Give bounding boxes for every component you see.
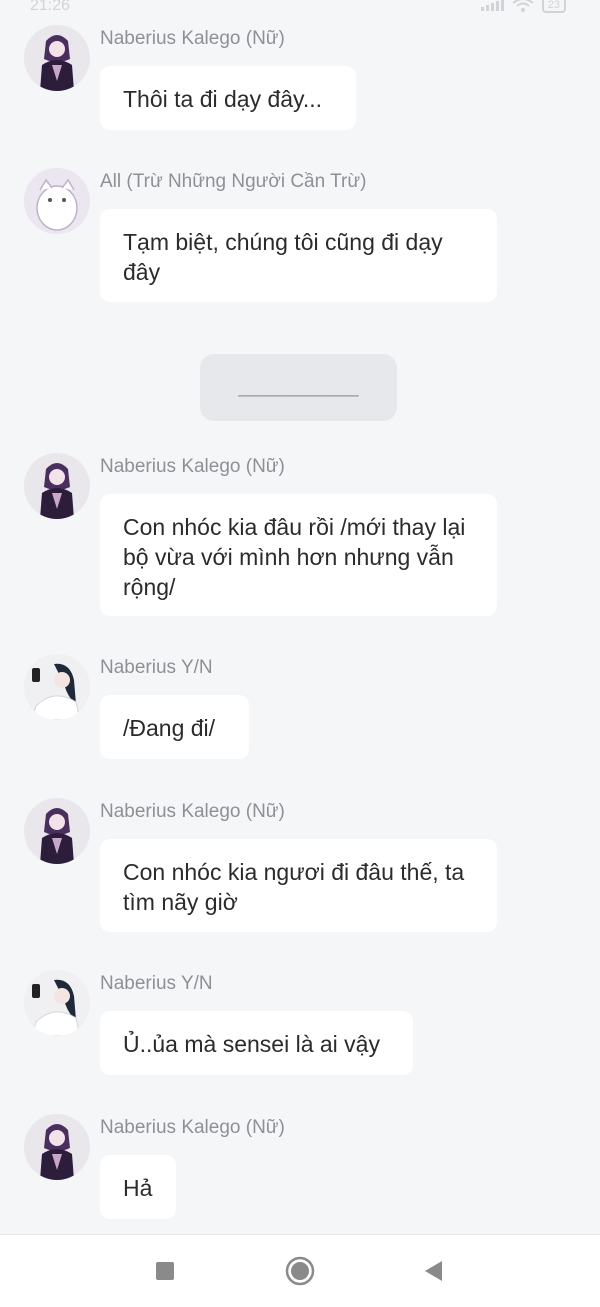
divider-text: ____________	[238, 377, 359, 397]
sender-name: Naberius Kalego (Nữ)	[100, 456, 285, 477]
white-creature-avatar[interactable]	[24, 168, 90, 234]
yn-avatar[interactable]	[24, 970, 90, 1036]
recent-apps-icon[interactable]	[149, 1255, 181, 1287]
status-bar: 21:26 23	[0, 0, 600, 18]
sender-name: Naberius Kalego (Nữ)	[100, 1117, 285, 1138]
kalego-avatar[interactable]	[24, 1114, 90, 1180]
message-bubble[interactable]: Con nhóc kia đâu rồi /mới thay lại bộ vừ…	[100, 494, 497, 616]
wifi-icon	[512, 0, 534, 12]
kalego-avatar[interactable]	[24, 798, 90, 864]
sender-name: Naberius Y/N	[100, 657, 213, 678]
sender-name: Naberius Kalego (Nữ)	[100, 28, 285, 49]
message-bubble[interactable]: Con nhóc kia ngươi đi đâu thế, ta tìm nã…	[100, 839, 497, 932]
sender-name: All (Trừ Những Người Cần Trừ)	[100, 171, 367, 192]
sender-name: Naberius Y/N	[100, 973, 213, 994]
battery-icon: 23	[541, 0, 566, 13]
scene-divider: ____________	[200, 354, 397, 421]
back-icon[interactable]	[418, 1255, 450, 1287]
message-bubble[interactable]: Ủ..ủa mà sensei là ai vậy	[100, 1011, 413, 1075]
kalego-avatar[interactable]	[24, 25, 90, 91]
sender-name: Naberius Kalego (Nữ)	[100, 801, 285, 822]
message-bubble[interactable]: /Đang đi/	[100, 695, 249, 759]
message-bubble[interactable]: Thôi ta đi dạy đây...	[100, 66, 356, 130]
yn-avatar[interactable]	[24, 654, 90, 720]
kalego-avatar[interactable]	[24, 453, 90, 519]
signal-icon	[480, 0, 504, 11]
message-bubble[interactable]: Hả	[100, 1155, 176, 1219]
system-nav-bar	[0, 1234, 600, 1307]
status-icons: 23	[480, 0, 566, 13]
message-bubble[interactable]: Tạm biệt, chúng tôi cũng đi dạy đây	[100, 209, 497, 302]
home-icon[interactable]	[284, 1255, 316, 1287]
status-time: 21:26	[30, 0, 71, 14]
